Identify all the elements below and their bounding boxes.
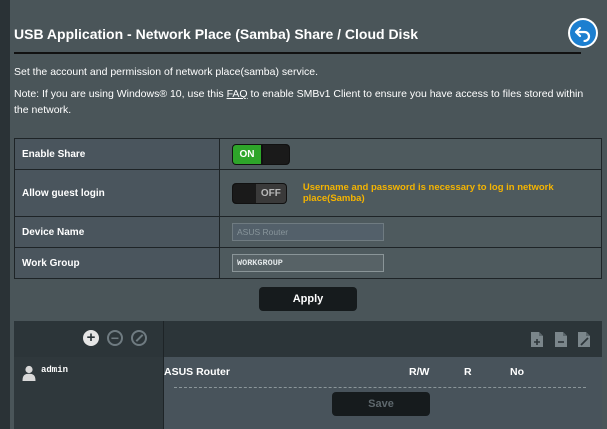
- device-name-label: Device Name: [15, 217, 220, 247]
- back-arrow-icon: [574, 26, 591, 42]
- account-list: admin: [14, 357, 164, 429]
- work-group-label: Work Group: [15, 248, 220, 278]
- title-divider: [14, 52, 581, 54]
- apply-button[interactable]: Apply: [259, 287, 357, 311]
- toggle-on-state: ON: [233, 144, 261, 164]
- perm-r-header[interactable]: R: [464, 366, 472, 378]
- save-button: Save: [332, 392, 430, 416]
- windows-note: Note: If you are using Windows® 10, use …: [14, 86, 599, 118]
- permission-divider: [174, 387, 586, 388]
- left-edge-strip: [0, 0, 10, 429]
- edit-folder-icon[interactable]: [577, 331, 591, 348]
- work-group-field[interactable]: WORKGROUP: [232, 254, 384, 272]
- add-folder-icon[interactable]: [530, 331, 544, 348]
- account-name: admin: [41, 365, 69, 375]
- add-account-icon[interactable]: +: [83, 330, 99, 346]
- toggle-knob: [263, 144, 289, 164]
- page-title: USB Application - Network Place (Samba) …: [14, 26, 419, 42]
- account-permission-panel: + − admin ASUS Router R/W R No Save: [14, 321, 602, 429]
- toggle-off-state: OFF: [255, 183, 286, 203]
- faq-link[interactable]: FAQ: [227, 88, 248, 100]
- enable-share-row: Enable Share ON: [14, 138, 602, 170]
- guest-login-label: Allow guest login: [15, 170, 220, 216]
- guest-login-toggle[interactable]: OFF: [232, 182, 287, 204]
- account-item-admin[interactable]: admin: [22, 365, 68, 381]
- page-description: Set the account and permission of networ…: [14, 66, 319, 78]
- note-prefix: Note: If you are using Windows® 10, use …: [14, 88, 227, 100]
- device-name-field: ASUS Router: [232, 223, 384, 241]
- perm-no-header[interactable]: No: [510, 366, 524, 378]
- user-icon: [22, 365, 36, 381]
- delete-account-icon[interactable]: −: [107, 330, 123, 346]
- delete-folder-icon[interactable]: [554, 331, 568, 348]
- work-group-row: Work Group WORKGROUP: [14, 247, 602, 279]
- share-name: ASUS Router: [164, 366, 230, 378]
- device-name-row: Device Name ASUS Router: [14, 216, 602, 248]
- modify-account-icon[interactable]: [131, 330, 147, 346]
- enable-share-label: Enable Share: [15, 139, 220, 169]
- perm-rw-header[interactable]: R/W: [409, 366, 429, 378]
- guest-login-row: Allow guest login OFF Username and passw…: [14, 169, 602, 217]
- account-toolbar: + −: [14, 321, 602, 357]
- back-button[interactable]: [568, 18, 598, 48]
- guest-login-hint: Username and password is necessary to lo…: [302, 182, 554, 204]
- enable-share-toggle[interactable]: ON: [232, 143, 290, 165]
